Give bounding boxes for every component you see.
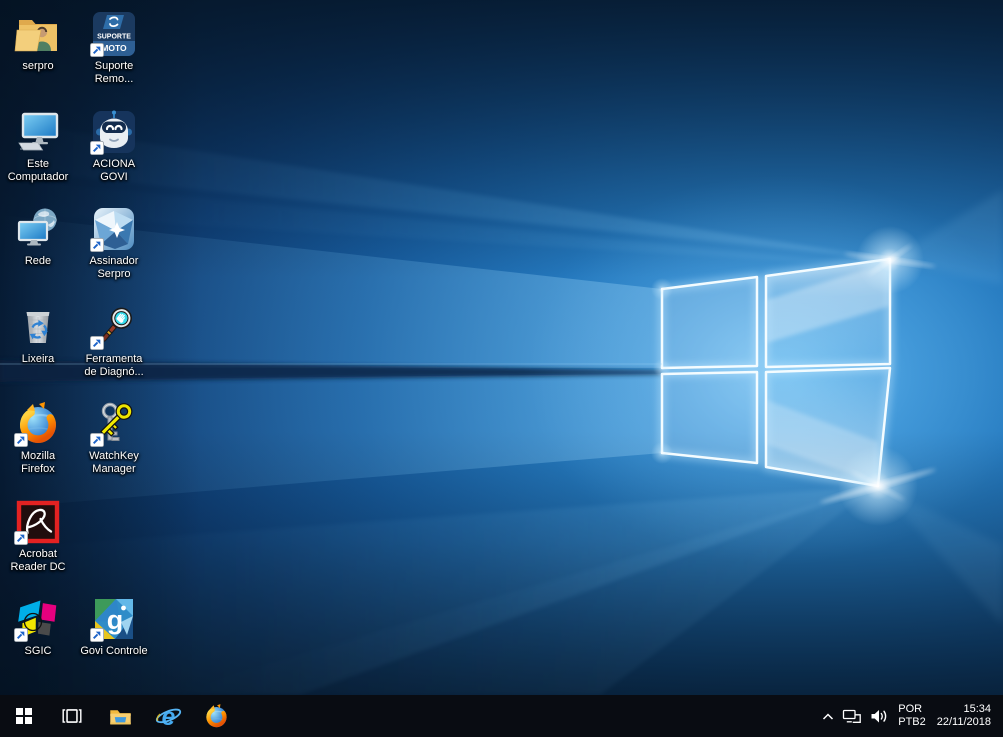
shortcut-arrow-icon: [14, 531, 28, 545]
shortcut-arrow-icon: [90, 43, 104, 57]
this-pc-icon: [18, 112, 59, 151]
shortcut-arrow-icon: [90, 433, 104, 447]
system-tray: POR PTB2 15:34 22/11/2018: [816, 695, 1003, 737]
svg-text:e: e: [161, 704, 175, 730]
shortcut-arrow-icon: [90, 141, 104, 155]
wired-network-icon: [843, 709, 862, 723]
desktop-icon-label: Mozilla Firefox: [20, 450, 56, 475]
desktop-icon-este-computador[interactable]: Este Computador: [0, 106, 76, 202]
desktop-icon-rede[interactable]: Rede: [0, 203, 76, 299]
tray-volume-button[interactable]: [865, 695, 891, 737]
desktop-icon-acrobat-reader[interactable]: Acrobat Reader DC: [0, 496, 76, 592]
desktop-icon-sgic[interactable]: SGIC: [0, 593, 76, 689]
desktop-icon-ferramenta-diagnostico[interactable]: Ferramenta de Diagnó...: [76, 301, 152, 397]
desktop-icon-serpro[interactable]: serpro: [0, 8, 76, 104]
desktop-icon-label: Acrobat Reader DC: [10, 548, 66, 573]
chevron-up-icon: [822, 712, 833, 720]
desktop-icon-label: WatchKey Manager: [89, 450, 139, 475]
desktop-icon-govi-controle[interactable]: g Govi Controle: [76, 593, 152, 689]
desktop-icon-watchkey-manager[interactable]: WatchKey Manager: [76, 398, 152, 494]
shortcut-arrow-icon: [14, 433, 28, 447]
windows-start-icon: [15, 707, 33, 725]
desktop-icon-label: Suporte Remo...: [94, 60, 134, 85]
shortcut-arrow-icon: [90, 238, 104, 252]
desktop-icon-label: SGIC: [24, 645, 52, 657]
language-indicator[interactable]: POR PTB2: [891, 695, 933, 737]
start-button[interactable]: [0, 695, 48, 737]
desktop-icon-label: Assinador Serpro: [89, 255, 139, 280]
desktop-icon-mozilla-firefox[interactable]: Mozilla Firefox: [0, 398, 76, 494]
volume-speaker-icon: [871, 710, 886, 723]
task-view-button[interactable]: [48, 695, 96, 737]
clock-time: 15:34: [963, 703, 991, 715]
desktop-icon-label: Lixeira: [21, 353, 55, 365]
shortcut-arrow-icon: [90, 336, 104, 350]
firefox-icon: [203, 703, 230, 730]
svg-text:MOTO: MOTO: [101, 43, 127, 53]
language-code: POR: [898, 703, 923, 715]
taskbar: e POR PTB2 15:34 22/11/2018: [0, 695, 1003, 737]
keyboard-layout-code: PTB2: [898, 716, 926, 728]
desktop-icon-aciona-govi[interactable]: ACIONA GOVI: [76, 106, 152, 202]
desktop-icon-suporte-remoto[interactable]: SUPORTE MOTO Suporte Remo...: [76, 8, 152, 104]
internet-explorer-button[interactable]: e: [144, 695, 192, 737]
svg-text:SUPORTE: SUPORTE: [97, 34, 131, 41]
desktop-icon-lixeira[interactable]: Lixeira: [0, 301, 76, 397]
task-view-icon: [62, 709, 82, 723]
desktop-icon-label: Govi Controle: [80, 645, 148, 657]
shortcut-arrow-icon: [14, 628, 28, 642]
file-explorer-button[interactable]: [96, 695, 144, 737]
internet-explorer-icon: e: [155, 704, 181, 730]
desktop-icon-label: Este Computador: [7, 158, 69, 183]
clock-date: 22/11/2018: [936, 716, 991, 728]
shortcut-arrow-icon: [90, 628, 104, 642]
clock[interactable]: 15:34 22/11/2018: [933, 695, 999, 737]
desktop[interactable]: serpro SUPORTE MOTO Suporte Remo... Este…: [0, 0, 1003, 695]
desktop-icon-assinador-serpro[interactable]: Assinador Serpro: [76, 203, 152, 299]
user-folder-icon: [14, 20, 57, 52]
desktop-icon-label: Rede: [24, 255, 52, 267]
tray-network-button[interactable]: [839, 695, 865, 737]
firefox-taskbar-button[interactable]: [192, 695, 240, 737]
desktop-icon-label: serpro: [22, 60, 54, 72]
desktop-icon-label: Ferramenta de Diagnó...: [84, 353, 144, 378]
desktop-icon-label: ACIONA GOVI: [92, 158, 136, 183]
svg-text:g: g: [107, 605, 124, 635]
recycle-bin-icon: [26, 312, 50, 343]
file-explorer-icon: [109, 709, 131, 724]
tray-show-hidden-icons-button[interactable]: [816, 695, 839, 737]
network-places-icon: [17, 208, 57, 246]
